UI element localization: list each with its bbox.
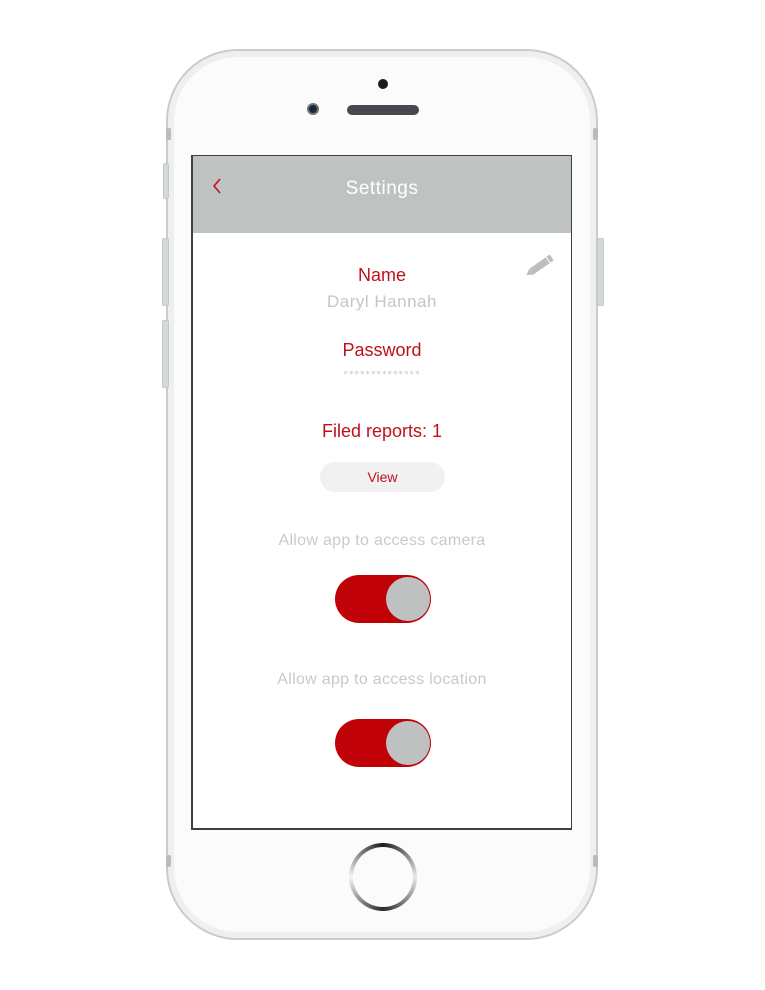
proximity-sensor (378, 79, 388, 89)
antenna-band-top-left (166, 128, 171, 140)
earpiece-speaker (347, 105, 419, 115)
mute-switch (163, 163, 169, 199)
settings-screen: Settings Name Daryl Hannah Password ****… (191, 155, 572, 830)
password-label: Password (342, 340, 422, 360)
volume-down-button (162, 320, 169, 388)
filed-reports-label: Filed reports: 1 (321, 421, 443, 441)
front-camera (307, 103, 319, 115)
antenna-band-bottom-right (593, 855, 598, 867)
navigation-bar: Settings (193, 156, 571, 233)
location-permission-toggle[interactable] (335, 719, 431, 767)
camera-permission-label: Allow app to access camera (278, 532, 486, 549)
home-button-face (353, 847, 413, 907)
name-value[interactable]: Daryl Hannah (193, 292, 571, 312)
view-reports-button[interactable]: View (320, 462, 445, 492)
antenna-band-bottom-left (166, 855, 171, 867)
location-permission-label: Allow app to access location (277, 671, 487, 688)
toggle-knob (386, 721, 430, 765)
camera-permission-toggle[interactable] (335, 575, 431, 623)
page-title: Settings (345, 178, 419, 199)
name-label: Name (357, 265, 406, 285)
toggle-knob (386, 577, 430, 621)
home-button[interactable] (349, 843, 417, 911)
password-value[interactable]: ************** (193, 370, 571, 380)
volume-up-button (162, 238, 169, 306)
antenna-band-top-right (593, 128, 598, 140)
power-button (597, 238, 604, 306)
